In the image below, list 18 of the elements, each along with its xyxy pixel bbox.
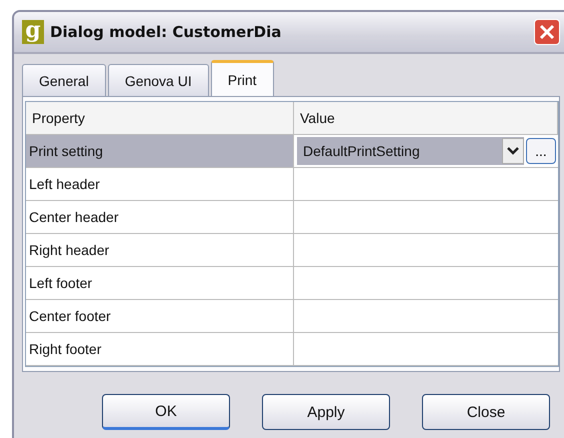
tab[interactable]: General bbox=[22, 64, 106, 96]
dialog-button[interactable]: OK bbox=[102, 394, 230, 430]
close-button[interactable] bbox=[534, 19, 560, 45]
tab[interactable]: Genova UI bbox=[108, 64, 209, 96]
app-logo: g bbox=[22, 20, 44, 44]
dropdown-value: DefaultPrintSetting bbox=[303, 143, 420, 159]
tab[interactable]: Print bbox=[210, 60, 274, 96]
column-header: Value bbox=[294, 102, 558, 134]
window-title: Dialog model: CustomerDia bbox=[50, 23, 282, 41]
column-header: Property bbox=[26, 102, 294, 134]
property-cell[interactable]: Print setting bbox=[26, 135, 294, 167]
browse-button[interactable]: ... bbox=[526, 138, 556, 164]
value-dropdown[interactable]: DefaultPrintSetting bbox=[297, 137, 524, 165]
close-icon bbox=[538, 23, 556, 41]
dialog-button[interactable]: Close bbox=[422, 394, 550, 430]
dropdown-button[interactable] bbox=[502, 138, 524, 164]
chevron-down-icon bbox=[507, 147, 519, 155]
dialog-button[interactable]: Apply bbox=[262, 394, 390, 430]
